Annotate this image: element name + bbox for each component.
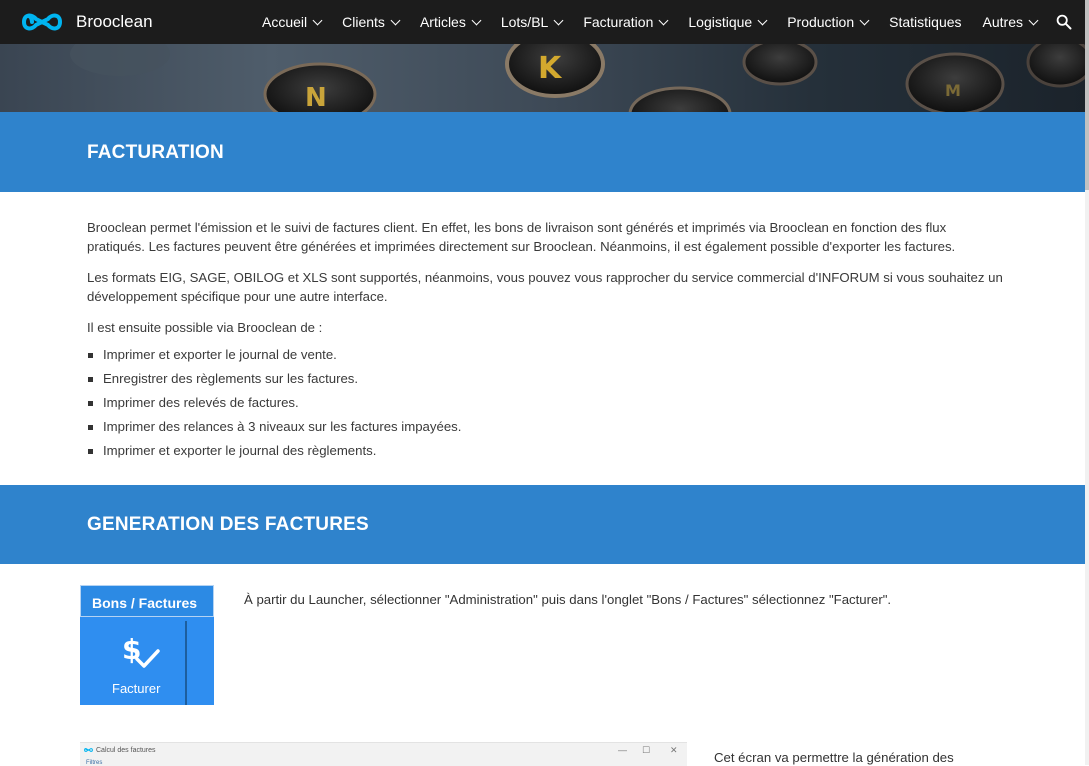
nav-item-clients[interactable]: Clients xyxy=(342,14,401,30)
facturer-tile-image: Bons / Factures $ Facturer xyxy=(80,585,214,705)
infinity-icon[interactable] xyxy=(22,8,62,36)
chevron-down-icon xyxy=(859,15,870,25)
hero-image: N K M xyxy=(0,44,1085,112)
feature-list: Imprimer et exporter le journal de vente… xyxy=(87,343,461,463)
list-item-text: Imprimer des relevés de factures. xyxy=(103,395,299,410)
nav-item-autres[interactable]: Autres xyxy=(982,14,1039,30)
list-item-text: Imprimer et exporter le journal des règl… xyxy=(103,443,377,458)
tile-header: Bons / Factures xyxy=(80,585,214,617)
brand-name[interactable]: Brooclean xyxy=(76,12,153,32)
nav-item-production[interactable]: Production xyxy=(787,14,870,30)
paragraph: Brooclean permet l'émission et le suivi … xyxy=(87,220,956,254)
scrollbar-thumb[interactable] xyxy=(1085,0,1089,190)
list-item: Enregistrer des règlements sur les factu… xyxy=(87,367,461,391)
tile-divider xyxy=(185,621,187,705)
nav-item-label: Clients xyxy=(342,14,385,30)
section-title: FACTURATION xyxy=(87,142,224,163)
minimize-icon: — xyxy=(618,745,627,755)
nav-item-label: Logistique xyxy=(688,14,753,30)
chevron-down-icon xyxy=(1028,15,1039,25)
nav-item-label: Lots/BL xyxy=(500,14,549,30)
close-icon: ✕ xyxy=(670,745,678,755)
nav-item-facturation[interactable]: Facturation xyxy=(583,14,669,30)
paragraph: Il est ensuite possible via Brooclean de… xyxy=(87,320,323,335)
svg-text:N: N xyxy=(305,83,327,112)
section-banner-generation: GENERATION DES FACTURES xyxy=(0,485,1085,564)
infinity-icon xyxy=(84,748,93,752)
list-item-text: Enregistrer des règlements sur les factu… xyxy=(103,371,359,386)
chevron-down-icon xyxy=(757,15,768,25)
nav-item-logistique[interactable]: Logistique xyxy=(688,14,768,30)
list-item: Imprimer et exporter le journal de vente… xyxy=(87,343,461,367)
chevron-down-icon xyxy=(553,15,564,25)
section-title: GENERATION DES FACTURES xyxy=(87,514,369,535)
list-item: Imprimer et exporter le journal des règl… xyxy=(87,439,461,463)
dollar-check-icon: $ xyxy=(122,633,160,668)
window-title: Calcul des factures xyxy=(96,747,156,754)
typewriter-keys-image: N K M xyxy=(70,44,1085,112)
bullet-icon xyxy=(88,424,93,430)
chevron-down-icon xyxy=(390,15,401,25)
nav-item-label: Statistiques xyxy=(889,14,962,30)
search-icon[interactable] xyxy=(1056,14,1072,30)
top-navbar: Brooclean Accueil Clients Articles Lots/… xyxy=(0,0,1085,44)
maximize-icon: ☐ xyxy=(642,745,651,755)
chevron-down-icon xyxy=(658,15,669,25)
instruction-text: À partir du Launcher, sélectionner "Admi… xyxy=(244,592,892,607)
bullet-icon xyxy=(88,376,93,382)
nav-item-label: Production xyxy=(787,14,855,30)
section-content: Brooclean permet l'émission et le suivi … xyxy=(87,218,1007,337)
paragraph: Les formats EIG, SAGE, OBILOG et XLS son… xyxy=(87,270,1003,304)
nav-item-articles[interactable]: Articles xyxy=(419,14,482,30)
chevron-down-icon xyxy=(312,15,323,25)
list-item: Imprimer des relances à 3 niveaux sur le… xyxy=(87,415,461,439)
chevron-down-icon xyxy=(471,15,482,25)
nav-item-statistiques[interactable]: Statistiques xyxy=(889,14,961,30)
list-item-text: Imprimer des relances à 3 niveaux sur le… xyxy=(103,419,462,434)
tile-header-label: Bons / Factures xyxy=(92,595,198,611)
svg-text:K: K xyxy=(538,51,563,86)
bullet-icon xyxy=(88,400,93,406)
filter-label: Filtres xyxy=(86,760,103,766)
list-item-text: Imprimer et exporter le journal de vente… xyxy=(103,347,337,362)
bullet-icon xyxy=(88,448,93,454)
list-item: Imprimer des relevés de factures. xyxy=(87,391,461,415)
calcul-factures-screenshot: Calcul des factures — ☐ ✕ Filtres xyxy=(80,742,687,766)
bullet-icon xyxy=(88,352,93,358)
nav-item-label: Articles xyxy=(419,14,466,30)
nav-item-label: Accueil xyxy=(262,14,308,30)
page-scrollbar[interactable] xyxy=(1085,0,1089,765)
nav-item-label: Facturation xyxy=(583,14,654,30)
nav-item-label: Autres xyxy=(982,14,1023,30)
main-menu: Accueil Clients Articles Lots/BL Factura… xyxy=(262,0,1058,44)
nav-item-accueil[interactable]: Accueil xyxy=(262,14,323,30)
side-text: Cet écran va permettre la génération des xyxy=(714,750,954,765)
nav-item-lots-bl[interactable]: Lots/BL xyxy=(500,14,564,30)
tile-label: Facturer xyxy=(112,681,161,696)
svg-text:M: M xyxy=(945,81,961,100)
section-banner-facturation: FACTURATION xyxy=(0,112,1085,192)
